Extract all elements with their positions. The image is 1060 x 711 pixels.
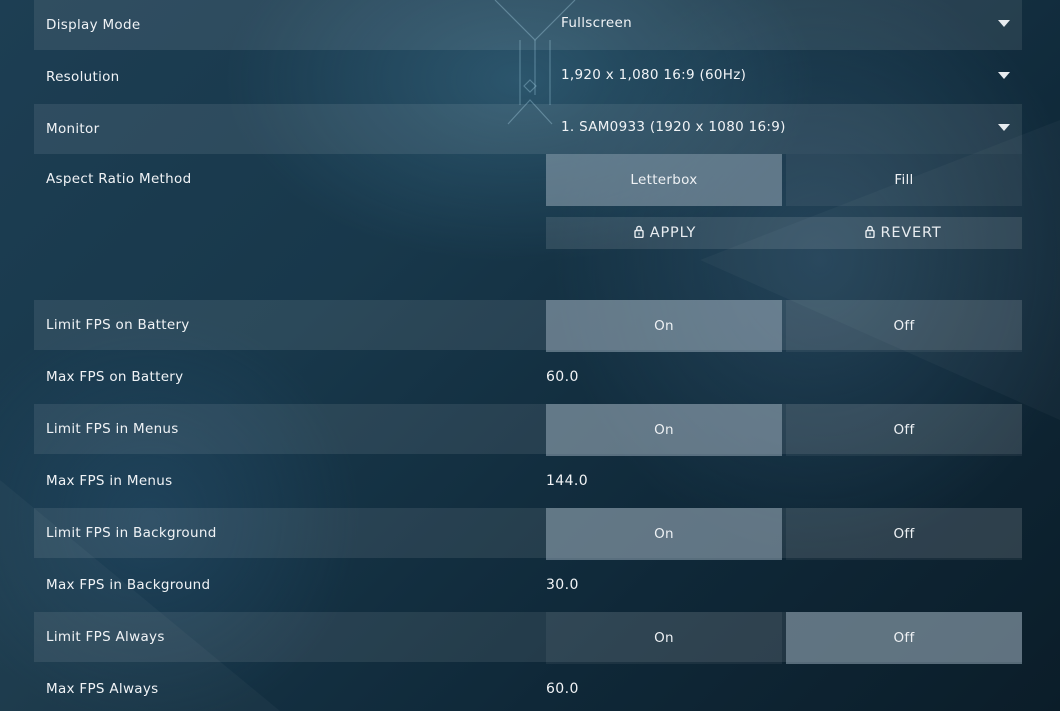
monitor-value: 1. SAM0933 (1920 x 1080 16:9) xyxy=(561,119,786,135)
apply-revert-bar: APPLY REVERT xyxy=(546,217,1022,249)
limit-fps-background-on[interactable]: On xyxy=(546,508,782,560)
max-fps-always-label: Max FPS Always xyxy=(46,681,159,697)
limit-fps-menus-off[interactable]: Off xyxy=(786,404,1022,456)
max-fps-battery-value[interactable]: 60.0 xyxy=(546,352,579,402)
setting-row-max-fps-background: Max FPS in Background 30.0 xyxy=(34,560,1022,610)
letterbox-option[interactable]: Letterbox xyxy=(546,154,782,206)
max-fps-battery-label: Max FPS on Battery xyxy=(46,369,184,385)
setting-row-limit-fps-always: Limit FPS Always On Off xyxy=(34,612,1022,664)
max-fps-menus-value[interactable]: 144.0 xyxy=(546,456,588,506)
limit-fps-battery-on[interactable]: On xyxy=(546,300,782,352)
display-mode-dropdown[interactable]: Fullscreen xyxy=(548,0,1022,50)
resolution-label: Resolution xyxy=(46,69,120,85)
chevron-down-icon xyxy=(998,20,1010,27)
limit-fps-always-off[interactable]: Off xyxy=(786,612,1022,664)
lock-icon xyxy=(864,225,875,238)
setting-row-limit-fps-battery: Limit FPS on Battery On Off xyxy=(34,300,1022,352)
limit-fps-battery-label: Limit FPS on Battery xyxy=(46,317,190,333)
lock-icon xyxy=(634,225,644,238)
setting-row-max-fps-always: Max FPS Always 60.0 xyxy=(34,664,1022,711)
setting-row-limit-fps-menus: Limit FPS in Menus On Off xyxy=(34,404,1022,456)
monitor-dropdown[interactable]: 1. SAM0933 (1920 x 1080 16:9) xyxy=(548,104,1022,154)
setting-row-max-fps-battery: Max FPS on Battery 60.0 xyxy=(34,352,1022,402)
revert-label: REVERT xyxy=(880,225,942,241)
setting-row-display-mode: Display Mode Fullscreen xyxy=(34,0,1022,50)
aspect-ratio-label: Aspect Ratio Method xyxy=(46,171,192,187)
limit-fps-always-on[interactable]: On xyxy=(546,612,782,664)
setting-row-resolution: Resolution 1,920 x 1,080 16:9 (60Hz) xyxy=(34,52,1022,102)
display-mode-label: Display Mode xyxy=(46,17,141,33)
resolution-value: 1,920 x 1,080 16:9 (60Hz) xyxy=(561,67,747,83)
revert-button[interactable]: REVERT xyxy=(784,217,1022,249)
fill-option[interactable]: Fill xyxy=(786,154,1022,206)
limit-fps-battery-off[interactable]: Off xyxy=(786,300,1022,352)
setting-row-max-fps-menus: Max FPS in Menus 144.0 xyxy=(34,456,1022,506)
setting-row-aspect-ratio: Aspect Ratio Method Letterbox Fill xyxy=(34,154,1022,206)
limit-fps-always-label: Limit FPS Always xyxy=(46,629,165,645)
limit-fps-menus-label: Limit FPS in Menus xyxy=(46,421,179,437)
setting-row-monitor: Monitor 1. SAM0933 (1920 x 1080 16:9) xyxy=(34,104,1022,154)
max-fps-background-value[interactable]: 30.0 xyxy=(546,560,579,610)
chevron-down-icon xyxy=(998,72,1010,79)
display-mode-value: Fullscreen xyxy=(561,15,632,31)
setting-row-limit-fps-background: Limit FPS in Background On Off xyxy=(34,508,1022,560)
chevron-down-icon xyxy=(998,124,1010,131)
monitor-label: Monitor xyxy=(46,121,100,137)
limit-fps-background-off[interactable]: Off xyxy=(786,508,1022,560)
limit-fps-background-label: Limit FPS in Background xyxy=(46,525,217,541)
apply-label: APPLY xyxy=(649,225,697,241)
resolution-dropdown[interactable]: 1,920 x 1,080 16:9 (60Hz) xyxy=(548,52,1022,102)
max-fps-menus-label: Max FPS in Menus xyxy=(46,473,173,489)
limit-fps-menus-on[interactable]: On xyxy=(546,404,782,456)
apply-button[interactable]: APPLY xyxy=(546,217,784,249)
max-fps-always-value[interactable]: 60.0 xyxy=(546,664,579,711)
max-fps-background-label: Max FPS in Background xyxy=(46,577,211,593)
